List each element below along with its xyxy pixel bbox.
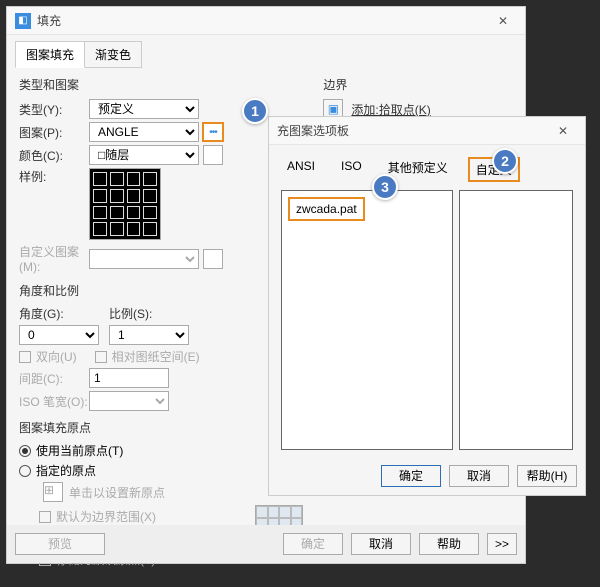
palette-body: ANSI ISO 其他预定义 自定义 zwcada.pat xyxy=(269,145,585,458)
relpaper-checkbox[interactable] xyxy=(95,351,107,363)
palette-cancel-button[interactable]: 取消 xyxy=(449,465,509,487)
help-button[interactable]: 帮助 xyxy=(419,533,479,555)
isopen-label: ISO 笔宽(O): xyxy=(19,393,89,410)
color-label: 颜色(C): xyxy=(19,147,89,164)
palette-title: 充图案选项板 xyxy=(277,122,549,139)
main-button-row: 预览 确定 取消 帮助 >> xyxy=(7,525,525,563)
tab-iso[interactable]: ISO xyxy=(335,157,368,182)
pattern-browse-button[interactable]: ••• xyxy=(202,122,224,142)
palette-button-row: 确定 取消 帮助(H) xyxy=(269,457,585,495)
callout-1: 1 xyxy=(242,98,268,124)
color-select[interactable]: □随层 xyxy=(89,145,199,165)
click-set-origin-label: 单击以设置新原点 xyxy=(69,484,165,501)
add-pick-link[interactable]: 添加:拾取点(K) xyxy=(351,101,430,118)
tab-ansi[interactable]: ANSI xyxy=(281,157,321,182)
type-label: 类型(Y): xyxy=(19,101,89,118)
tab-hatch[interactable]: 图案填充 xyxy=(15,41,85,68)
spacing-label: 间距(C): xyxy=(19,370,89,387)
pattern-label: 图案(P): xyxy=(19,124,89,141)
custom-pattern-select xyxy=(89,249,199,269)
angle-select[interactable]: 0 xyxy=(19,325,99,345)
isopen-select xyxy=(89,391,169,411)
radio-specified-origin[interactable] xyxy=(19,465,31,477)
palette-ok-button[interactable]: 确定 xyxy=(381,465,441,487)
hatch-sample-preview[interactable] xyxy=(89,168,161,240)
specified-origin-label: 指定的原点 xyxy=(36,462,96,479)
pattern-preview-box xyxy=(459,190,574,450)
ellipsis-icon: ••• xyxy=(209,127,217,138)
callout-3: 3 xyxy=(372,174,398,200)
expand-button[interactable]: >> xyxy=(487,533,517,555)
palette-titlebar: 充图案选项板 ✕ xyxy=(269,117,585,145)
callout-2: 2 xyxy=(492,148,518,174)
main-tabs: 图案填充 渐变色 xyxy=(7,35,525,68)
custom-pattern-label: 自定义图案(M): xyxy=(19,243,89,274)
current-origin-label: 使用当前原点(T) xyxy=(36,442,123,459)
palette-close-icon[interactable]: ✕ xyxy=(549,124,577,138)
bidir-label: 双向(U) xyxy=(36,348,77,365)
palette-tabs: ANSI ISO 其他预定义 自定义 xyxy=(281,153,573,190)
group-angle-scale: 角度和比例 角度(G): 比例(S): 0 1 双向(U) 相对图纸空间(E) … xyxy=(19,282,303,411)
palette-dialog: 充图案选项板 ✕ ANSI ISO 其他预定义 自定义 zwcada.pat 确… xyxy=(268,116,586,496)
group-title-angle: 角度和比例 xyxy=(19,282,303,299)
custom-pattern-browse xyxy=(203,249,223,269)
ok-button: 确定 xyxy=(283,533,343,555)
color-swatch-button[interactable] xyxy=(203,145,223,165)
scale-label: 比例(S): xyxy=(109,305,179,322)
main-titlebar: ◧ 填充 ✕ xyxy=(7,7,525,35)
angle-label: 角度(G): xyxy=(19,305,89,322)
palette-help-button[interactable]: 帮助(H) xyxy=(517,465,577,487)
main-title: 填充 xyxy=(37,12,489,29)
close-icon[interactable]: ✕ xyxy=(489,14,517,28)
set-origin-button: ⊞ xyxy=(43,482,63,502)
pattern-select[interactable]: ANGLE xyxy=(89,122,199,142)
pattern-file-list[interactable]: zwcada.pat xyxy=(281,190,453,450)
relpaper-label: 相对图纸空间(E) xyxy=(112,348,200,365)
sample-label: 样例: xyxy=(19,168,89,185)
default-bounds-checkbox[interactable] xyxy=(39,511,51,523)
preview-button: 预览 xyxy=(15,533,105,555)
bidir-checkbox[interactable] xyxy=(19,351,31,363)
type-select[interactable]: 预定义 xyxy=(89,99,199,119)
app-icon: ◧ xyxy=(15,13,31,29)
pattern-file-item[interactable]: zwcada.pat xyxy=(288,197,365,221)
tab-gradient[interactable]: 渐变色 xyxy=(84,41,142,68)
scale-select[interactable]: 1 xyxy=(109,325,189,345)
group-title-boundary: 边界 xyxy=(323,76,513,93)
cancel-button[interactable]: 取消 xyxy=(351,533,411,555)
radio-current-origin[interactable] xyxy=(19,445,31,457)
group-title-origin: 图案填充原点 xyxy=(19,419,303,436)
group-title-type: 类型和图案 xyxy=(19,76,303,93)
spacing-input[interactable] xyxy=(89,368,169,388)
default-bounds-label: 默认为边界范围(X) xyxy=(56,508,156,525)
